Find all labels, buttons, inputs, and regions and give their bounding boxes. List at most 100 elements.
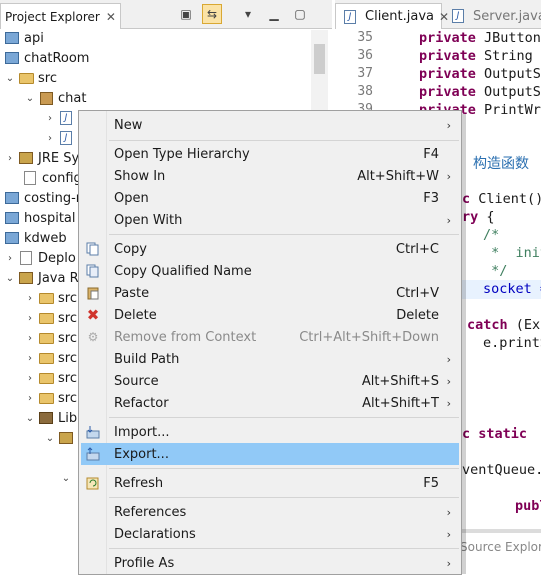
menu-item-declarations[interactable]: Declarations ›	[81, 523, 459, 545]
minimize-icon[interactable]: ▁	[264, 4, 284, 24]
tab-server-java[interactable]: J Server.java	[446, 5, 541, 27]
chevron-right-icon[interactable]: ›	[24, 313, 36, 324]
chevron-right-icon[interactable]: ›	[24, 353, 36, 364]
source-folder-icon	[38, 330, 54, 346]
tree-item-library-entry[interactable]: ⌄	[44, 428, 78, 448]
copy-icon	[85, 241, 101, 257]
code-line: publ	[515, 498, 541, 514]
chevron-right-icon[interactable]: ›	[24, 373, 36, 384]
paste-icon	[85, 285, 101, 301]
tree-item-chatroom[interactable]: chatRoom	[2, 48, 89, 68]
chevron-right-icon[interactable]: ›	[4, 153, 16, 164]
scrollbar-thumb[interactable]	[314, 44, 325, 74]
menu-item-show-in[interactable]: Show In Alt+Shift+W ›	[81, 165, 459, 187]
menu-item-refactor[interactable]: Refactor Alt+Shift+T ›	[81, 392, 459, 414]
source-folder-icon	[38, 310, 54, 326]
tree-item-java-file[interactable]: › J	[44, 108, 78, 128]
tab-project-explorer[interactable]: Project Explorer ✕	[0, 3, 121, 29]
deployment-icon	[18, 250, 34, 266]
menu-item-references[interactable]: References ›	[81, 501, 459, 523]
code-line: private String	[419, 48, 541, 64]
tab-label: Project Explorer	[5, 9, 100, 24]
menu-item-copy-qualified-name[interactable]: Copy Qualified Name	[81, 260, 459, 282]
code-line: ry {	[462, 209, 495, 225]
tree-item-src[interactable]: › src	[24, 288, 77, 308]
code-line: private JButton	[419, 30, 541, 46]
menu-item-refresh[interactable]: Refresh F5	[81, 472, 459, 494]
context-menu: New › Open Type Hierarchy F4 Show In Alt…	[78, 110, 462, 575]
tree-item-hospital[interactable]: hospital	[2, 208, 76, 228]
chevron-right-icon[interactable]: ›	[44, 133, 56, 144]
tree-item-costing[interactable]: costing-m	[2, 188, 88, 208]
chevron-down-icon[interactable]: ⌄	[44, 433, 56, 444]
collapse-all-icon[interactable]: ▣	[176, 4, 196, 24]
chevron-right-icon: ›	[446, 556, 451, 570]
tree-item-jre[interactable]: › JRE Sy	[4, 148, 79, 168]
menu-item-open-type-hierarchy[interactable]: Open Type Hierarchy F4	[81, 143, 459, 165]
line-number: 37	[357, 66, 373, 81]
chevron-down-icon[interactable]: ⌄	[24, 413, 36, 424]
tree-item-java-file[interactable]: › J	[44, 128, 78, 148]
tree-item-src[interactable]: › src	[24, 328, 77, 348]
menu-item-source[interactable]: Source Alt+Shift+S ›	[81, 370, 459, 392]
tree-item-src[interactable]: › src	[24, 308, 77, 328]
tree-item-chat[interactable]: ⌄ chat	[24, 88, 87, 108]
menu-separator	[109, 468, 459, 469]
chevron-down-icon[interactable]: ⌄	[24, 93, 36, 104]
tree-item-src[interactable]: › src	[24, 348, 77, 368]
code-comment: * init	[491, 245, 541, 261]
tree-item-src[interactable]: › src	[24, 388, 77, 408]
menu-item-import[interactable]: Import...	[81, 421, 459, 443]
chevron-right-icon[interactable]: ›	[44, 113, 56, 124]
menu-item-paste[interactable]: Paste Ctrl+V	[81, 282, 459, 304]
menu-item-copy[interactable]: Copy Ctrl+C	[81, 238, 459, 260]
tree-item-config[interactable]: config	[20, 168, 82, 188]
menu-item-export[interactable]: Export...	[81, 443, 459, 465]
tree-item-java-resources[interactable]: ⌄ Java R	[4, 268, 79, 288]
source-folder-icon	[18, 70, 34, 86]
project-icon	[4, 30, 20, 46]
tab-client-java[interactable]: J Client.java ✕	[335, 3, 449, 29]
tree-item-expander[interactable]: ⌄	[60, 468, 72, 488]
chevron-right-icon[interactable]: ›	[4, 253, 16, 264]
chevron-right-icon: ›	[446, 118, 451, 132]
chevron-right-icon: ›	[446, 213, 451, 227]
tree-item-api[interactable]: api	[2, 28, 44, 48]
tree-item-deployment[interactable]: › Deplo	[4, 248, 76, 268]
menu-item-open-with[interactable]: Open With ›	[81, 209, 459, 231]
menu-item-delete[interactable]: ✖ Delete Delete	[81, 304, 459, 326]
tree-item-src[interactable]: ⌄ src	[4, 68, 57, 88]
chevron-right-icon: ›	[446, 396, 451, 410]
chevron-right-icon: ›	[446, 527, 451, 541]
code-comment: /*	[483, 227, 500, 243]
chevron-right-icon[interactable]: ›	[24, 393, 36, 404]
menu-item-build-path[interactable]: Build Path ›	[81, 348, 459, 370]
menu-item-new[interactable]: New ›	[81, 114, 459, 136]
link-with-editor-icon[interactable]: ⇆	[202, 4, 222, 24]
tab-source-explorer[interactable]: Source Explor	[460, 534, 541, 559]
tree-item-src[interactable]: › src	[24, 368, 77, 388]
chevron-right-icon[interactable]: ›	[24, 293, 36, 304]
chevron-right-icon[interactable]: ›	[24, 333, 36, 344]
line-number: 36	[357, 48, 373, 63]
maximize-icon[interactable]: ▢	[290, 4, 310, 24]
delete-icon: ✖	[86, 306, 100, 324]
menu-item-profile-as[interactable]: Profile As ›	[81, 552, 459, 574]
menu-item-remove-from-context[interactable]: ⚙ Remove from Context Ctrl+Alt+Shift+Dow…	[81, 326, 459, 348]
view-menu-icon[interactable]: ▾	[238, 4, 258, 24]
remove-context-icon: ⚙	[87, 330, 99, 344]
code-line: c static	[462, 426, 528, 442]
project-icon	[4, 210, 20, 226]
chevron-down-icon[interactable]: ⌄	[60, 473, 72, 484]
source-folder-icon	[38, 350, 54, 366]
close-icon[interactable]: ✕	[106, 10, 116, 24]
line-number: 35	[357, 30, 373, 45]
code-line: c Client()	[462, 191, 541, 207]
tree-item-libraries[interactable]: ⌄ Lib	[24, 408, 77, 428]
menu-item-open[interactable]: Open F3	[81, 187, 459, 209]
project-icon	[4, 230, 20, 246]
chevron-down-icon[interactable]: ⌄	[4, 73, 16, 84]
tree-item-kdweb[interactable]: kdweb	[2, 228, 67, 248]
java-resources-icon	[18, 270, 34, 286]
chevron-down-icon[interactable]: ⌄	[4, 273, 16, 284]
